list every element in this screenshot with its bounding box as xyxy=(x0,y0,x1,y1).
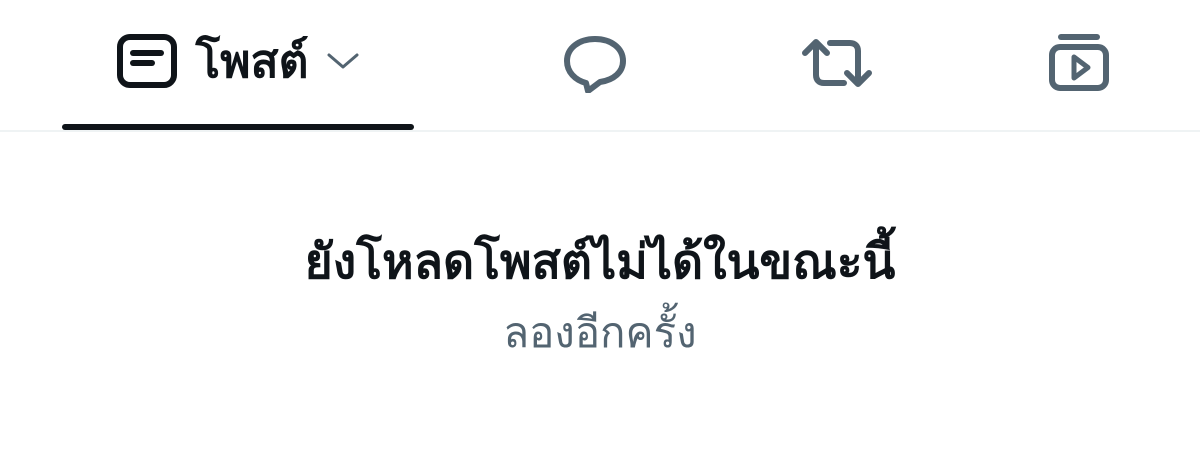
tab-posts-content: โพสต์ xyxy=(116,33,361,89)
profile-tab-bar: โพสต์ xyxy=(0,0,1200,132)
active-tab-indicator xyxy=(62,124,414,130)
error-message: ยังโหลดโพสต์ไม่ได้ในขณะนี้ xyxy=(304,234,896,290)
chevron-down-icon[interactable] xyxy=(326,51,360,71)
post-icon xyxy=(116,33,178,89)
tab-reposts[interactable] xyxy=(762,0,912,130)
tab-posts-label: โพสต์ xyxy=(195,34,309,88)
repost-icon xyxy=(800,35,874,91)
posts-empty-state: ยังโหลดโพสต์ไม่ได้ในขณะนี้ ลองอีกครั้ง xyxy=(0,132,1200,452)
tab-videos[interactable] xyxy=(1004,0,1154,130)
tab-replies[interactable] xyxy=(520,0,670,130)
tab-posts[interactable]: โพสต์ xyxy=(62,0,414,130)
reply-bubble-icon xyxy=(562,33,628,93)
retry-link[interactable]: ลองอีกครั้ง xyxy=(0,309,1200,356)
video-icon xyxy=(1047,32,1111,94)
